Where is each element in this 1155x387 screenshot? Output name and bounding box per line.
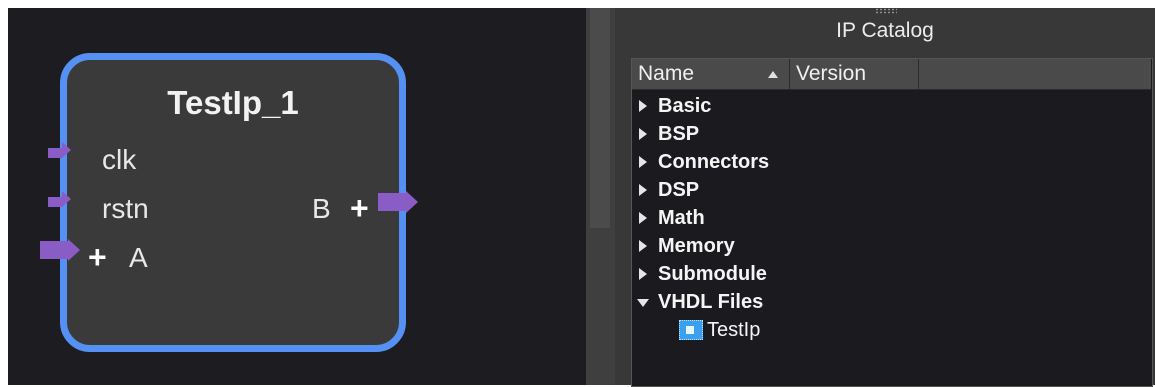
design-canvas[interactable]: TestIp_1 clk rstn + A B + [8, 8, 586, 385]
tree-item-label: BSP [658, 123, 700, 145]
tree-item-label: Math [658, 207, 705, 229]
port-label-clk: clk [102, 144, 137, 175]
expand-caret-icon[interactable] [639, 212, 647, 224]
panel-splitter[interactable] [586, 8, 623, 385]
column-header-label: Name [638, 62, 695, 85]
expand-caret-icon[interactable] [639, 156, 647, 168]
bus-expand-icon-b[interactable]: + [350, 192, 369, 224]
tree-item-connectors[interactable]: Connectors [632, 148, 1151, 176]
tree-item-bsp[interactable]: BSP [632, 120, 1151, 148]
port-label-rstn: rstn [102, 193, 149, 224]
expand-caret-icon[interactable] [639, 128, 647, 140]
port-label-b: B [312, 193, 331, 224]
tree-header: Name Version [632, 59, 1151, 90]
ip-catalog-panel: IP Catalog Name Version Basic BSP Connec… [615, 8, 1155, 387]
column-header-version[interactable]: Version [790, 59, 919, 89]
tree-item-testip[interactable]: TestIp [632, 316, 1151, 344]
tree-item-dsp[interactable]: DSP [632, 176, 1151, 204]
panel-drag-grip-icon[interactable] [875, 8, 897, 14]
bus-pin-stub [40, 241, 68, 259]
port-label-a: A [129, 242, 148, 273]
pin-arrow-icon [406, 191, 418, 213]
tree-item-label: Basic [658, 95, 712, 117]
ip-core-icon [679, 320, 703, 340]
pin-arrow-icon [68, 239, 80, 261]
pin-arrow-icon [62, 191, 71, 207]
tree-item-label: Connectors [658, 151, 770, 173]
ip-block-testip-1[interactable]: TestIp_1 clk rstn + A B + [60, 53, 406, 352]
tree-item-vhdl-files[interactable]: VHDL Files [632, 288, 1151, 316]
expand-caret-icon[interactable] [639, 100, 647, 112]
expand-caret-icon[interactable] [639, 184, 647, 196]
pin-stub [48, 148, 62, 158]
pin-stub [48, 197, 62, 207]
panel-title: IP Catalog [836, 19, 934, 42]
tree-item-label: Memory [658, 235, 735, 257]
collapse-caret-icon[interactable] [637, 299, 649, 307]
bus-expand-icon-a[interactable]: + [88, 241, 107, 273]
sort-ascending-icon [768, 71, 778, 78]
pin-arrow-icon [62, 142, 71, 158]
column-header-label: Version [796, 62, 867, 85]
ip-catalog-tree[interactable]: Name Version Basic BSP Connectors DSP Ma… [631, 58, 1153, 387]
tree-item-math[interactable]: Math [632, 204, 1151, 232]
column-header-name[interactable]: Name [632, 59, 790, 89]
splitter-groove [590, 8, 610, 228]
tree-item-label: VHDL Files [658, 291, 764, 313]
expand-caret-icon[interactable] [639, 268, 647, 280]
tree-item-label: DSP [658, 179, 700, 201]
block-title: TestIp_1 [167, 84, 299, 121]
bus-pin-stub [378, 193, 406, 211]
tree-item-memory[interactable]: Memory [632, 232, 1151, 260]
tree-item-submodule[interactable]: Submodule [632, 260, 1151, 288]
tree-item-label: Submodule [658, 263, 767, 285]
tree-item-label: TestIp [707, 319, 761, 341]
tree-item-basic[interactable]: Basic [632, 92, 1151, 120]
expand-caret-icon[interactable] [639, 240, 647, 252]
